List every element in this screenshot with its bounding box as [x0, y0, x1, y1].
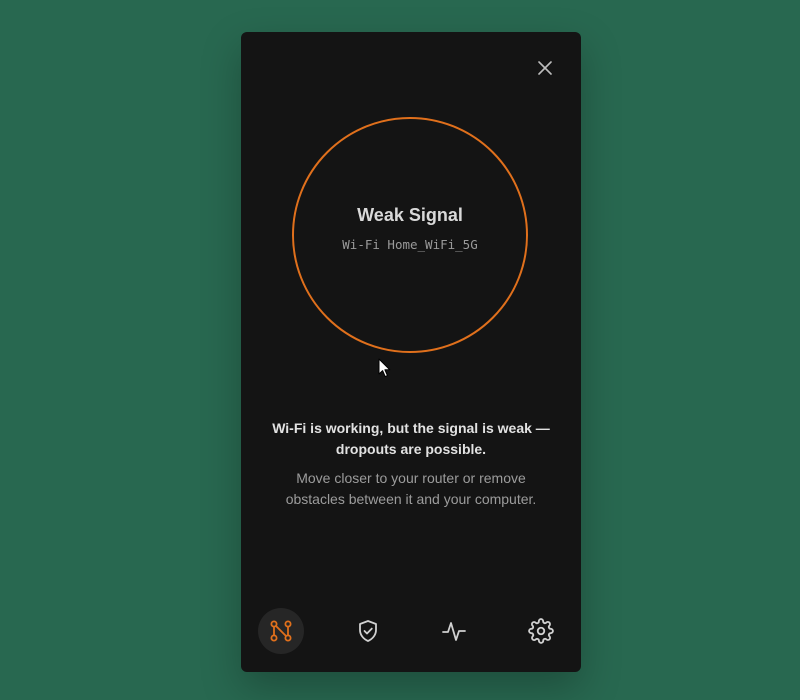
nav-item-settings[interactable] — [518, 608, 564, 654]
status-message: Wi-Fi is working, but the signal is weak… — [271, 418, 551, 510]
bottom-nav — [241, 608, 581, 656]
gear-icon — [528, 618, 554, 644]
signal-status-ring: Weak Signal Wi-Fi Home_WiFi_5G — [292, 117, 528, 353]
nav-item-network[interactable] — [258, 608, 304, 654]
close-button[interactable] — [535, 58, 555, 78]
nav-item-security[interactable] — [345, 608, 391, 654]
network-name: Wi-Fi Home_WiFi_5G — [342, 236, 478, 252]
activity-pulse-icon — [442, 622, 466, 641]
signal-status-title: Weak Signal — [357, 204, 463, 225]
network-nodes-icon — [270, 620, 292, 642]
nav-item-activity[interactable] — [431, 608, 477, 654]
close-icon — [538, 61, 552, 75]
network-status-panel: Weak Signal Wi-Fi Home_WiFi_5G Wi-Fi is … — [241, 32, 581, 672]
status-message-hint: Move closer to your router or remove obs… — [285, 470, 537, 507]
mouse-cursor-icon — [378, 358, 391, 378]
status-message-main: Wi-Fi is working, but the signal is weak… — [272, 420, 550, 457]
shield-check-icon — [359, 620, 377, 642]
